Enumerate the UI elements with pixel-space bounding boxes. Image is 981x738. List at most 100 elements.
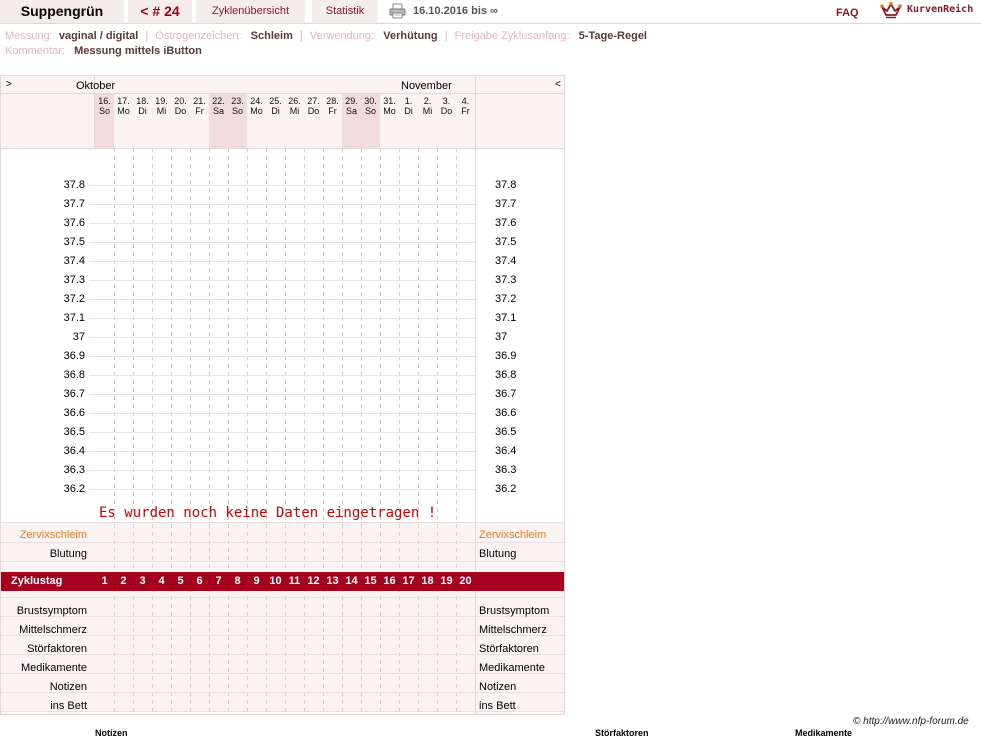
comment-label: Kommentar: [5,45,65,57]
day-header[interactable]: 23. So [228,96,247,148]
temperature-label-right: 36.6 [495,407,517,419]
day-weekday: Mo [383,106,396,116]
day-weekday: Di [138,106,147,116]
day-date: 22. [212,96,225,106]
day-header[interactable]: 3. Do [437,96,456,148]
day-date: 24. [250,96,263,106]
notes-column-header: Notizen [95,728,128,738]
cycle-day-number: 10 [269,575,282,587]
temperature-label-left: 37.2 [63,293,85,305]
day-header[interactable]: 20. Do [171,96,190,148]
day-header[interactable]: 26. Mi [285,96,304,148]
next-period-button[interactable]: < [555,79,561,90]
day-header[interactable]: 18. Di [133,96,152,148]
day-weekday: Mo [117,106,130,116]
day-header[interactable]: 2. Mi [418,96,437,148]
day-weekday: Fr [328,106,337,116]
user-name-tab[interactable]: Suppengrün [0,0,124,23]
disturbances-column-header: Störfaktoren [595,728,649,738]
cycle-day-bar: Zyklustag 1 2 3 4 5 6 7 8 9 10 11 12 13 14 15 16 17 18 19 2… [1,572,564,591]
cycle-chart: > < Oktober November 16. So 17. Mo 18. Di 19. M… [0,75,565,715]
day-header[interactable]: 19. Mi [152,96,171,148]
day-weekday: Mi [156,106,167,116]
cycle-number-tab[interactable]: < # 24 [128,0,192,23]
day-header[interactable]: 22. Sa [209,96,228,148]
temperature-label-left: 36.3 [63,464,85,476]
previous-period-button[interactable]: > [6,79,12,90]
row-label-ins-bett: ins Bett [50,700,87,712]
temperature-label-right: 37.8 [495,179,517,191]
temperature-label-left: 36.4 [63,445,85,457]
day-header[interactable]: 16. So [95,96,114,148]
day-header[interactable]: 1. Di [399,96,418,148]
row-label-medikamente: Medikamente [20,662,87,674]
cycle-day-number: 14 [345,575,358,587]
brand-logo-text[interactable]: KurvenReich [907,4,973,15]
temperature-label-right: 37.5 [495,236,517,248]
day-header[interactable]: 30. So [361,96,380,148]
temperature-label-right: 36.7 [495,388,517,400]
day-header[interactable]: 4. Fr [456,96,475,148]
day-weekday: Mo [250,106,263,116]
measurement-value: vaginal / digital [58,30,139,42]
crown-icon[interactable] [880,1,902,19]
temperature-label-right: 36.2 [495,483,517,495]
cycle-day-number: 7 [215,575,222,587]
day-header[interactable]: 31. Mo [380,96,399,148]
day-date: 23. [231,96,244,106]
day-date: 19. [155,96,168,106]
day-header[interactable]: 17. Mo [114,96,133,148]
day-date: 28. [326,96,339,106]
cervix-row-label-right: Zervixschleim [479,529,547,541]
temperature-label-left: 36.2 [63,483,85,495]
row-label-mittelschmerz: Mittelschmerz [19,624,87,636]
chart-grid [1,76,564,714]
day-header[interactable]: 28. Fr [323,96,342,148]
cycle-release-label: Freigabe Zyklusanfang: [454,30,570,42]
temperature-label-left: 37 [72,331,85,343]
day-header[interactable]: 24. Mo [247,96,266,148]
row-label-brustsymptom: Brustsymptom [16,605,87,617]
day-date: 31. [383,96,396,106]
cycle-release-value: 5-Tage-Regel [578,30,647,42]
day-date: 3. [442,96,451,106]
month-label-october: Oktober [76,80,116,92]
cycle-day-number: 15 [364,575,377,587]
day-header[interactable]: 21. Fr [190,96,209,148]
temperature-label-left: 37.5 [63,236,85,248]
cycle-day-number: 16 [383,575,396,587]
cycle-day-number: 20 [459,575,472,587]
day-date: 27. [307,96,320,106]
row-label-ins-bett-right: ins Bett [479,700,516,712]
day-weekday: Do [440,106,453,116]
temperature-label-right: 36.9 [495,350,517,362]
day-weekday: Do [174,106,187,116]
estrogen-sign-value: Schleim [250,30,293,42]
day-header[interactable]: 25. Di [266,96,285,148]
day-header[interactable]: 29. Sa [342,96,361,148]
day-header[interactable]: 27. Do [304,96,323,148]
temperature-label-right: 36.4 [495,445,517,457]
cycle-overview-tab[interactable]: Zyklenübersicht [196,0,305,23]
day-date: 17. [117,96,130,106]
cycle-day-number: 4 [158,575,165,587]
day-date: 25. [269,96,282,106]
day-weekday: Fr [461,106,470,116]
cycle-day-number: 18 [421,575,434,587]
day-weekday: Do [307,106,320,116]
faq-link[interactable]: FAQ [836,7,859,19]
day-weekday: So [231,106,243,116]
temperature-label-right: 37.2 [495,293,517,305]
temperature-label-left: 36.7 [63,388,85,400]
printer-icon[interactable] [389,3,406,19]
cycle-day-number: 19 [440,575,453,587]
cycle-day-number: 6 [196,575,203,587]
day-date: 21. [193,96,206,106]
temperature-label-left: 37.1 [63,312,85,324]
statistics-tab[interactable]: Statistik [312,0,378,23]
temperature-label-right: 36.8 [495,369,517,381]
comment-value: Messung mittels iButton [74,45,202,57]
temperature-label-left: 37.6 [63,217,85,229]
cycle-day-number: 9 [253,575,260,587]
copyright-notice[interactable]: © http://www.nfp-forum.de [853,716,969,727]
